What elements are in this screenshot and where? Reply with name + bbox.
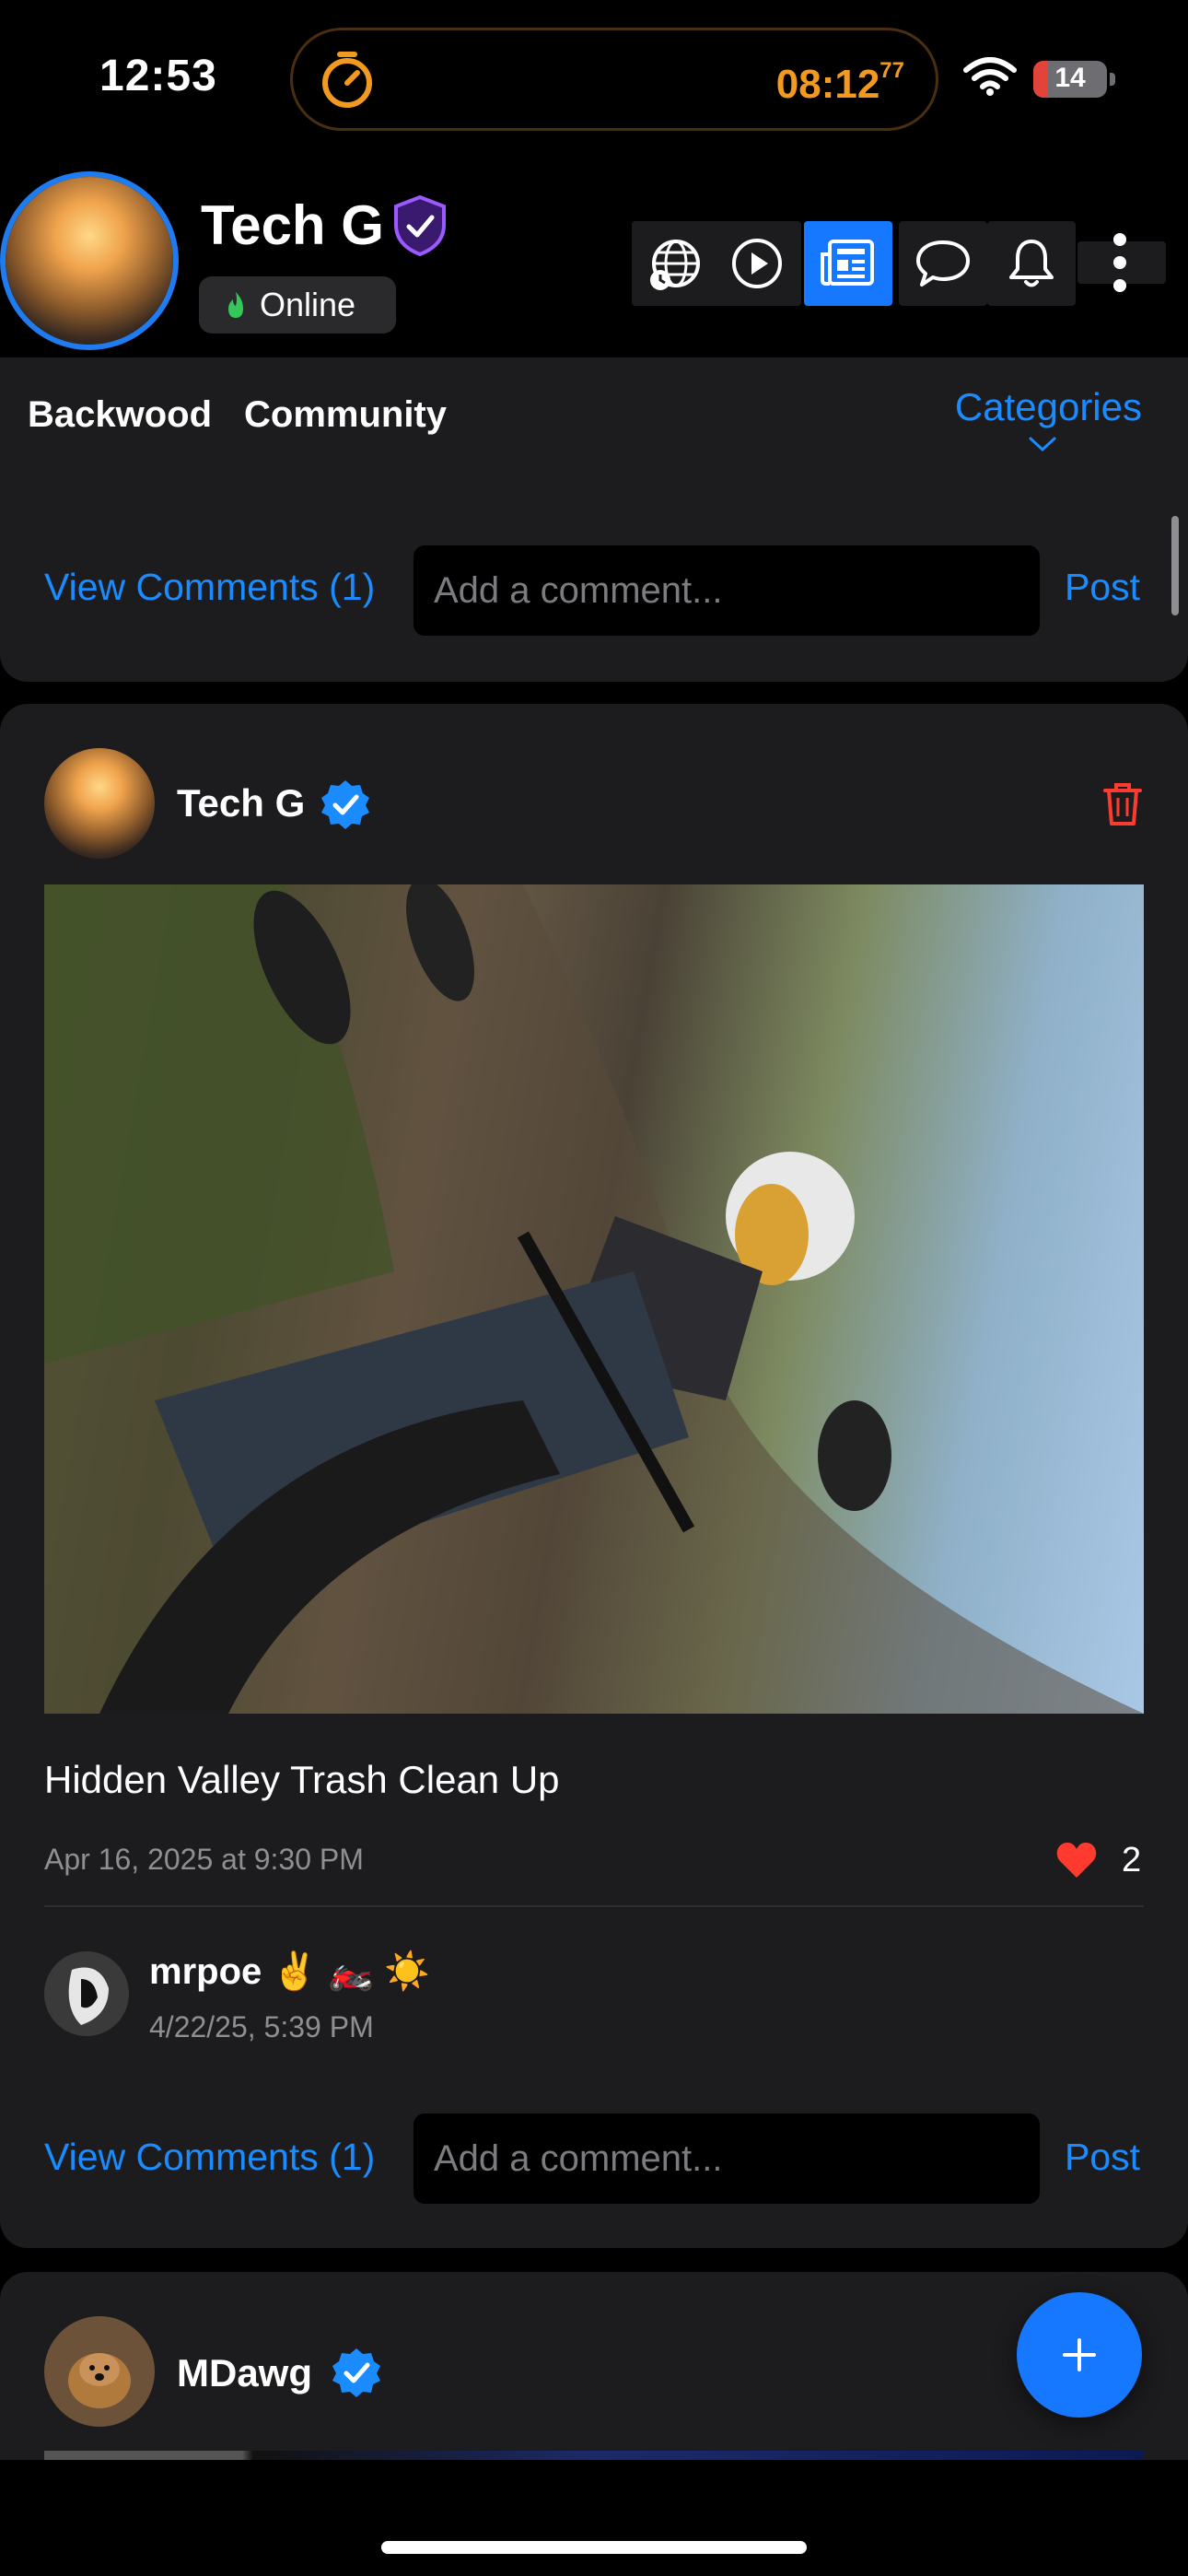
profile-avatar[interactable]	[0, 171, 179, 350]
bell-icon	[1009, 240, 1054, 287]
category-community[interactable]: Community	[244, 394, 447, 436]
post-caption: Hidden Valley Trash Clean Up	[44, 1758, 560, 1801]
commenter-photo	[44, 1951, 129, 2036]
play-icon	[732, 239, 782, 288]
status-time: 12:53	[99, 52, 217, 100]
battery-level: 14	[1054, 63, 1086, 93]
comment-input[interactable]: Add a comment...	[413, 545, 1040, 636]
news-icon	[821, 240, 874, 286]
categories-toggle[interactable]: Categories	[955, 385, 1142, 429]
chevron-down-icon	[1029, 437, 1056, 452]
heart-icon[interactable]	[1055, 1841, 1098, 1879]
more-icon	[1113, 233, 1126, 292]
timer-icon	[322, 52, 372, 108]
scrollbar[interactable]	[1171, 516, 1179, 615]
verified-badge-icon	[332, 2348, 380, 2397]
news-button[interactable]	[804, 221, 892, 306]
chat-button[interactable]	[899, 221, 987, 306]
chat-icon	[916, 240, 970, 287]
plus-icon	[1063, 2338, 1096, 2371]
post-photo	[44, 884, 1144, 1714]
island-timer: 08:1277	[775, 58, 904, 107]
battery-cap	[1110, 73, 1115, 86]
globe-button[interactable]	[632, 221, 720, 306]
comment-input[interactable]: Add a comment...	[413, 2113, 1040, 2204]
profile-name: Tech G	[201, 194, 384, 256]
divider	[44, 1905, 1144, 1907]
home-indicator[interactable]	[381, 2541, 807, 2554]
dynamic-island[interactable]: 08:1277	[290, 28, 938, 131]
like-count: 2	[1122, 1841, 1142, 1879]
next-post-image[interactable]	[44, 2451, 1144, 2460]
wifi-icon	[963, 57, 1017, 96]
add-post-button[interactable]	[1017, 2292, 1142, 2418]
verified-badge-icon	[321, 780, 369, 829]
author-avatar[interactable]	[44, 748, 155, 859]
next-author-name[interactable]: MDawg	[177, 2351, 312, 2395]
commenter-name[interactable]: mrpoe ✌️ 🏍️ ☀️	[149, 1950, 430, 1993]
notifications-button[interactable]	[987, 221, 1076, 306]
next-author-avatar[interactable]	[44, 2316, 155, 2427]
dog-photo	[44, 2316, 155, 2427]
category-backwood[interactable]: Backwood	[28, 394, 212, 436]
post-comment-button[interactable]: Post	[1065, 566, 1140, 609]
shield-check-icon	[394, 194, 446, 257]
comment-time: 4/22/25, 5:39 PM	[149, 2010, 374, 2043]
view-comments-link[interactable]: View Comments (1)	[44, 566, 375, 609]
online-status-pill: Online	[199, 276, 396, 334]
post-image[interactable]	[44, 884, 1144, 1714]
post-date: Apr 16, 2025 at 9:30 PM	[44, 1843, 364, 1876]
play-button[interactable]	[713, 221, 801, 306]
flame-icon	[228, 292, 243, 318]
battery-icon: 14	[1033, 61, 1107, 98]
trash-icon[interactable]	[1101, 781, 1144, 827]
globe-icon	[650, 240, 700, 290]
post-comment-button[interactable]: Post	[1065, 2136, 1140, 2179]
view-comments-link[interactable]: View Comments (1)	[44, 2136, 375, 2179]
commenter-avatar[interactable]	[44, 1951, 129, 2036]
author-name[interactable]: Tech G	[177, 781, 305, 825]
online-status-text: Online	[260, 286, 356, 323]
